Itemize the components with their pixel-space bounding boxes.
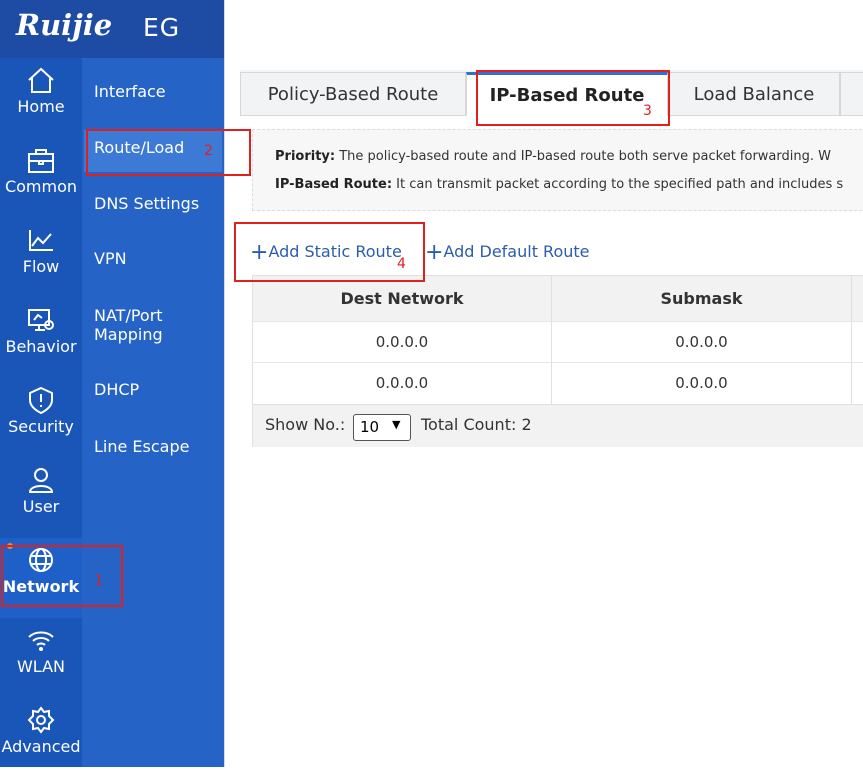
subnav-line-escape[interactable]: Line Escape xyxy=(94,437,189,456)
nav-security[interactable]: Security xyxy=(0,378,82,458)
brand-bar: Ruijie EG xyxy=(0,0,224,58)
column-header-dest-network[interactable]: Dest Network xyxy=(253,276,552,321)
subnav-route-load[interactable]: Route/Load xyxy=(84,130,222,172)
ip-based-text: It can transmit packet according to the … xyxy=(396,177,844,192)
subnav-interface[interactable]: Interface xyxy=(94,82,166,101)
priority-text: The policy-based route and IP-based rout… xyxy=(339,149,831,164)
nav-advanced-label: Advanced xyxy=(1,737,81,756)
nav-home[interactable]: Home xyxy=(0,58,82,138)
chevron-down-icon: ▼ xyxy=(392,418,401,431)
nav-network-label: Network xyxy=(2,577,80,596)
subnav-dns-settings[interactable]: DNS Settings xyxy=(94,194,199,213)
table-cell-submask: 0.0.0.0 xyxy=(552,362,852,404)
tab-policy-based-route[interactable]: Policy-Based Route xyxy=(240,72,466,116)
nav-wlan[interactable]: WLAN xyxy=(0,618,82,698)
add-static-route-label: Add Static Route xyxy=(268,242,402,261)
nav-common[interactable]: Common xyxy=(0,138,82,218)
static-route-table: Dest Network Submask 0.0.0.0 0.0.0.0 0.0… xyxy=(252,275,863,447)
subnav-dhcp[interactable]: DHCP xyxy=(94,380,139,399)
total-count: Total Count: 2 xyxy=(421,415,532,434)
subnav-nat-port-mapping[interactable]: NAT/Port Mapping xyxy=(94,306,204,344)
tab-overflow[interactable] xyxy=(840,72,863,116)
shield-icon xyxy=(29,386,53,415)
priority-note: Priority: The policy-based route and IP-… xyxy=(275,149,831,164)
nav-flow[interactable]: Flow xyxy=(0,218,82,298)
subnav-route-load-label: Route/Load xyxy=(94,138,185,157)
nav-behavior-label: Behavior xyxy=(5,337,77,356)
step-number-3: 3 xyxy=(643,103,652,119)
column-header-submask[interactable]: Submask xyxy=(552,276,852,321)
nav-behavior[interactable]: Behavior xyxy=(0,298,82,378)
notification-dot xyxy=(7,543,13,549)
page-size-select[interactable]: 10 ▼ xyxy=(353,414,411,441)
layout-divider xyxy=(224,0,225,767)
product-name: EG xyxy=(143,13,181,42)
nav-network[interactable]: Network xyxy=(0,538,82,618)
tab-ip-based-route[interactable]: IP-Based Route xyxy=(466,72,668,116)
column-header-more xyxy=(852,276,863,321)
nav-home-label: Home xyxy=(17,97,65,116)
nav-security-label: Security xyxy=(8,417,74,436)
step-number-4: 4 xyxy=(397,256,406,272)
show-no-label: Show No.: xyxy=(265,415,346,434)
route-info-box: Priority: The policy-based route and IP-… xyxy=(252,129,863,211)
add-default-route-label: Add Default Route xyxy=(443,242,590,261)
nav-user[interactable]: User xyxy=(0,458,82,538)
nav-wlan-label: WLAN xyxy=(16,657,65,676)
tab-load-balance[interactable]: Load Balance xyxy=(668,72,840,116)
nav-common-label: Common xyxy=(4,177,78,196)
globe-icon xyxy=(29,548,53,572)
page-size-value: 10 xyxy=(360,418,380,436)
main-nav-rail: Home Common Flow Behavior Security User … xyxy=(0,58,82,767)
step-number-1: 1 xyxy=(94,573,103,589)
add-default-route-button[interactable]: +Add Default Route xyxy=(425,238,590,265)
subnav-vpn[interactable]: VPN xyxy=(94,249,127,268)
plus-icon: + xyxy=(250,240,269,265)
table-cell-submask: 0.0.0.0 xyxy=(552,321,852,363)
ip-based-label: IP-Based Route: xyxy=(275,177,393,192)
step-number-2: 2 xyxy=(204,143,213,159)
table-cell-dest: 0.0.0.0 xyxy=(253,362,552,404)
ip-based-note: IP-Based Route: It can transmit packet a… xyxy=(275,177,843,192)
briefcase-icon xyxy=(28,149,54,173)
add-static-route-button[interactable]: +Add Static Route xyxy=(250,238,402,265)
home-icon xyxy=(28,67,54,93)
nav-advanced[interactable]: Advanced xyxy=(0,698,82,778)
table-cell-more xyxy=(852,321,863,363)
table-pager: Show No.: 10 ▼ Total Count: 2 xyxy=(253,404,863,447)
chart-line-icon xyxy=(29,230,53,251)
user-icon xyxy=(28,468,54,493)
monitor-icon xyxy=(28,309,54,331)
table-cell-more xyxy=(852,362,863,404)
priority-label: Priority: xyxy=(275,149,336,164)
table-cell-dest: 0.0.0.0 xyxy=(253,321,552,363)
gear-icon xyxy=(27,706,55,734)
plus-icon: + xyxy=(425,240,444,265)
ruijie-logo: Ruijie xyxy=(16,8,113,42)
wifi-icon xyxy=(28,631,54,651)
nav-user-label: User xyxy=(22,497,60,516)
nav-flow-label: Flow xyxy=(22,257,60,276)
